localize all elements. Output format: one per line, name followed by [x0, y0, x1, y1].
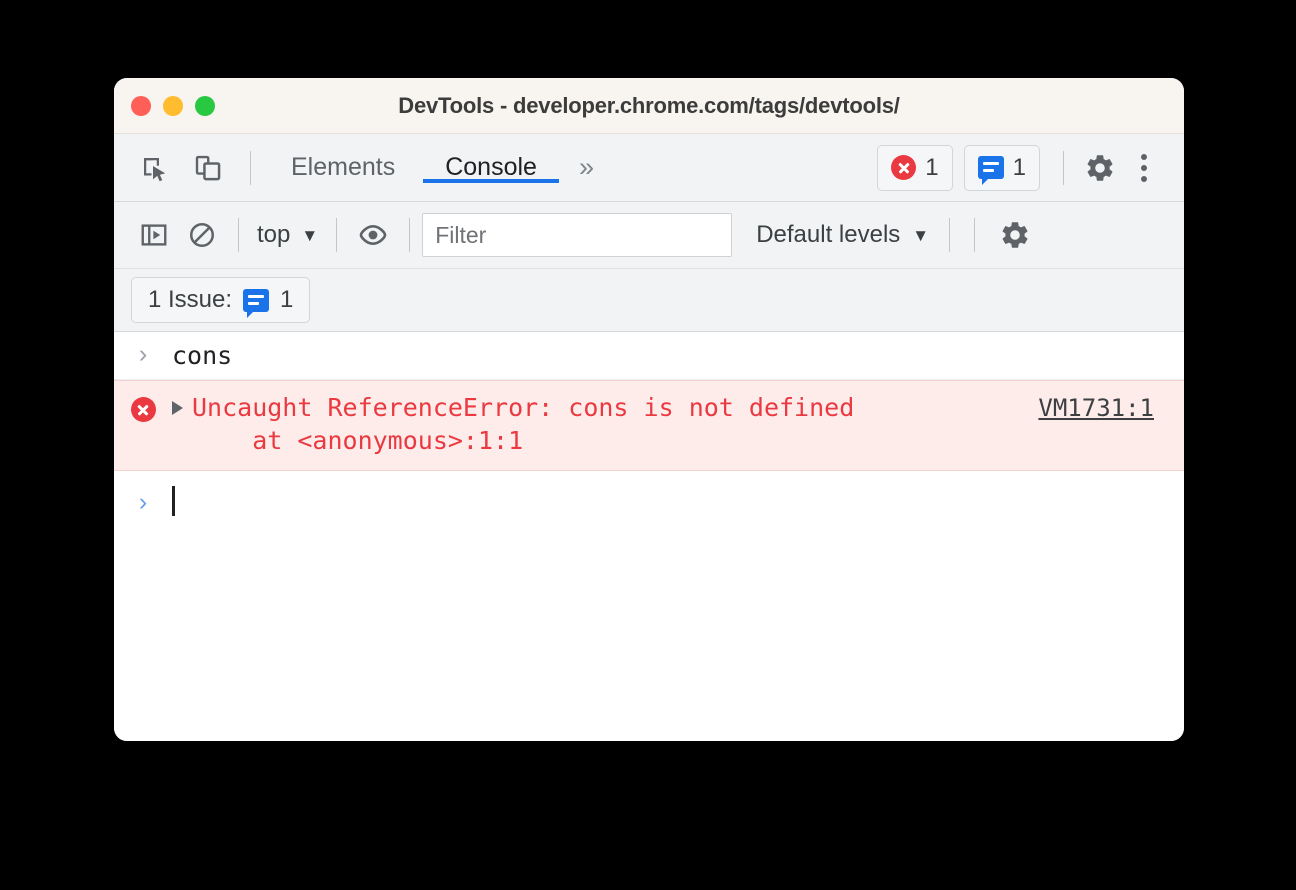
issues-button[interactable]: 1 Issue: 1 [131, 277, 311, 323]
prompt-gutter: › [114, 488, 172, 515]
message-counter-button[interactable]: 1 [963, 144, 1040, 191]
error-message-line-1: Uncaught ReferenceError: cons is not def… [192, 393, 855, 423]
tabbar-left-controls: Elements Console » [114, 134, 608, 201]
tab-elements[interactable]: Elements [269, 153, 417, 182]
issues-bar: 1 Issue: 1 [114, 269, 1184, 332]
gear-icon[interactable] [991, 211, 1039, 259]
console-toolbar-divider-2 [336, 218, 338, 252]
more-tabs-icon[interactable]: » [565, 152, 608, 183]
message-bubble-icon [977, 156, 1004, 185]
console-input-echo-text: cons [172, 341, 233, 370]
console-toolbar-divider-1 [238, 218, 239, 252]
tabbar-divider-1 [250, 150, 251, 185]
console-input-echo-row: › cons [114, 332, 1184, 381]
traffic-light-group [131, 95, 215, 116]
chevron-right-icon: › [138, 487, 148, 516]
error-circle-icon [891, 155, 917, 180]
window-titlebar: DevTools - developer.chrome.com/tags/dev… [114, 78, 1184, 134]
chevron-right-icon: › [138, 340, 148, 368]
clear-console-icon[interactable] [178, 211, 226, 259]
console-toolbar: top ▼ Default levels ▼ [114, 202, 1184, 269]
tab-console[interactable]: Console [423, 153, 559, 183]
issues-count: 1 [280, 286, 294, 313]
kebab-menu-icon[interactable] [1124, 153, 1164, 182]
chevron-down-icon: ▼ [301, 225, 319, 245]
console-toolbar-divider-4 [949, 218, 951, 252]
console-prompt-row[interactable]: › [114, 471, 1184, 531]
log-levels-label: Default levels [756, 221, 901, 248]
console-error-row[interactable]: Uncaught ReferenceError: cons is not def… [114, 380, 1184, 472]
issues-label: 1 Issue: [148, 286, 233, 313]
error-gutter [114, 392, 172, 423]
devtools-tabbar: Elements Console » 1 1 [114, 134, 1184, 202]
filter-input[interactable] [422, 213, 733, 257]
tabbar-divider-2 [1063, 150, 1064, 185]
minimize-window-button[interactable] [163, 95, 183, 116]
maximize-window-button[interactable] [195, 95, 215, 116]
chevron-down-icon: ▼ [912, 225, 930, 245]
inspect-element-icon[interactable] [130, 144, 178, 192]
context-label: top [257, 221, 291, 248]
disclosure-triangle-icon[interactable] [172, 401, 183, 416]
message-bubble-icon [243, 288, 270, 318]
tabbar-right-controls: 1 1 [877, 134, 1184, 201]
error-source-link[interactable]: VM1731:1 [1038, 392, 1154, 422]
device-toolbar-icon[interactable] [184, 144, 232, 192]
console-sidebar-icon[interactable] [130, 211, 178, 259]
message-count: 1 [1012, 153, 1026, 181]
window-title: DevTools - developer.chrome.com/tags/dev… [398, 92, 900, 118]
javascript-context-dropdown[interactable]: top ▼ [251, 221, 324, 249]
input-echo-gutter: › [114, 340, 172, 367]
console-toolbar-divider-3 [409, 218, 411, 252]
gear-icon[interactable] [1076, 144, 1124, 192]
error-circle-icon [130, 397, 156, 423]
live-expression-eye-icon[interactable] [349, 211, 397, 259]
error-counter-button[interactable]: 1 [877, 144, 953, 191]
log-levels-dropdown[interactable]: Default levels ▼ [748, 221, 937, 249]
console-output[interactable]: › cons Uncaught ReferenceError: cons is … [114, 332, 1184, 741]
text-cursor [172, 486, 175, 517]
console-toolbar-divider-5 [974, 218, 976, 252]
close-window-button[interactable] [131, 95, 151, 116]
devtools-window: DevTools - developer.chrome.com/tags/dev… [114, 78, 1184, 741]
error-message-line-2: at <anonymous>:1:1 [192, 425, 524, 455]
error-count: 1 [925, 153, 939, 181]
error-message-block: Uncaught ReferenceError: cons is not def… [192, 392, 854, 457]
